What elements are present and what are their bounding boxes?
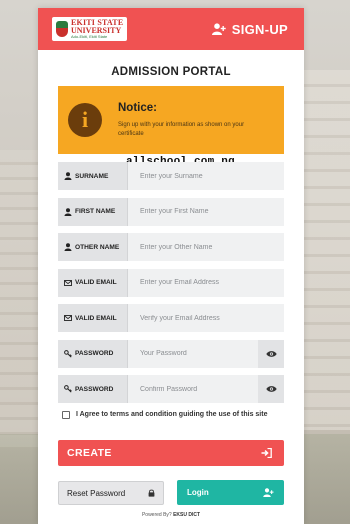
key-icon [64, 349, 72, 358]
card-header: EKITI STATE UNIVERSITY Ado-Ekiti, Ekiti … [38, 8, 304, 50]
password-label: PASSWORD [75, 350, 114, 357]
other-name-field: OTHER NAME [58, 233, 284, 261]
key-icon [64, 385, 72, 393]
logo-line-3: Ado-Ekiti, Ekiti State [71, 34, 108, 39]
show-confirm-password-toggle[interactable] [258, 375, 284, 403]
crest-icon [56, 21, 68, 37]
surname-input[interactable] [128, 162, 284, 190]
other-name-label: OTHER NAME [75, 243, 120, 251]
signup-label: SIGN-UP [231, 21, 288, 37]
confirm-password-label: PASSWORD [75, 385, 114, 393]
create-button[interactable]: CREATE [58, 440, 284, 466]
terms-checkbox[interactable] [62, 411, 70, 419]
user-icon [64, 207, 72, 216]
first-name-input[interactable] [128, 197, 284, 226]
university-logo: EKITI STATE UNIVERSITY Ado-Ekiti, Ekiti … [52, 17, 128, 41]
info-icon: i [68, 103, 102, 137]
first-name-field: FIRST NAME [58, 197, 284, 226]
signup-form: SURNAME FIRST NAME OTHER NAME VALID EMAI… [58, 162, 284, 411]
verify-email-label: VALID EMAIL [75, 314, 117, 322]
confirm-password-input[interactable] [128, 375, 258, 403]
show-password-toggle[interactable] [258, 339, 284, 368]
powered-by-footer: Powered By? EKSU DICT [38, 512, 304, 518]
envelope-icon [64, 315, 72, 321]
surname-label: SURNAME [75, 172, 109, 180]
powered-by-name: EKSU DICT [173, 512, 201, 518]
page-title: ADMISSION PORTAL [111, 66, 231, 78]
notice-title: Notice: [118, 102, 157, 115]
eye-icon [265, 386, 277, 392]
verify-email-field: VALID EMAIL [58, 304, 284, 332]
surname-field: SURNAME [58, 162, 284, 190]
user-icon [64, 243, 72, 251]
notice-box: i Notice: Sign up with your information … [58, 86, 284, 154]
signup-button[interactable]: SIGN-UP [211, 21, 288, 37]
verify-email-input[interactable] [128, 304, 284, 332]
lock-icon [148, 489, 155, 497]
sign-in-icon [261, 448, 272, 458]
eye-icon [265, 350, 277, 357]
background-building-left [0, 150, 40, 450]
terms-label: I Agree to terms and condition guiding t… [76, 411, 268, 418]
confirm-password-field: PASSWORD [58, 375, 284, 403]
email-label: VALID EMAIL [75, 279, 117, 286]
create-label: CREATE [67, 447, 112, 459]
login-label: Login [187, 488, 209, 497]
envelope-icon [64, 279, 72, 286]
powered-prefix: Powered By? [141, 512, 172, 518]
first-name-label: FIRST NAME [75, 208, 116, 215]
user-plus-icon [211, 23, 226, 35]
user-plus-icon [263, 488, 274, 497]
login-button[interactable]: Login [177, 480, 284, 505]
signup-card: EKITI STATE UNIVERSITY Ado-Ekiti, Ekiti … [38, 8, 304, 524]
notice-text: Sign up with your information as shown o… [118, 122, 245, 137]
user-icon [64, 172, 72, 180]
email-input[interactable] [128, 268, 284, 297]
password-input[interactable] [128, 339, 258, 368]
other-name-input[interactable] [128, 233, 284, 261]
reset-password-label: Reset Password [67, 488, 126, 498]
password-field: PASSWORD [58, 339, 284, 368]
terms-agreement: I Agree to terms and condition guiding t… [62, 409, 280, 420]
reset-password-button[interactable]: Reset Password [58, 481, 164, 505]
email-field: VALID EMAIL [58, 268, 284, 297]
